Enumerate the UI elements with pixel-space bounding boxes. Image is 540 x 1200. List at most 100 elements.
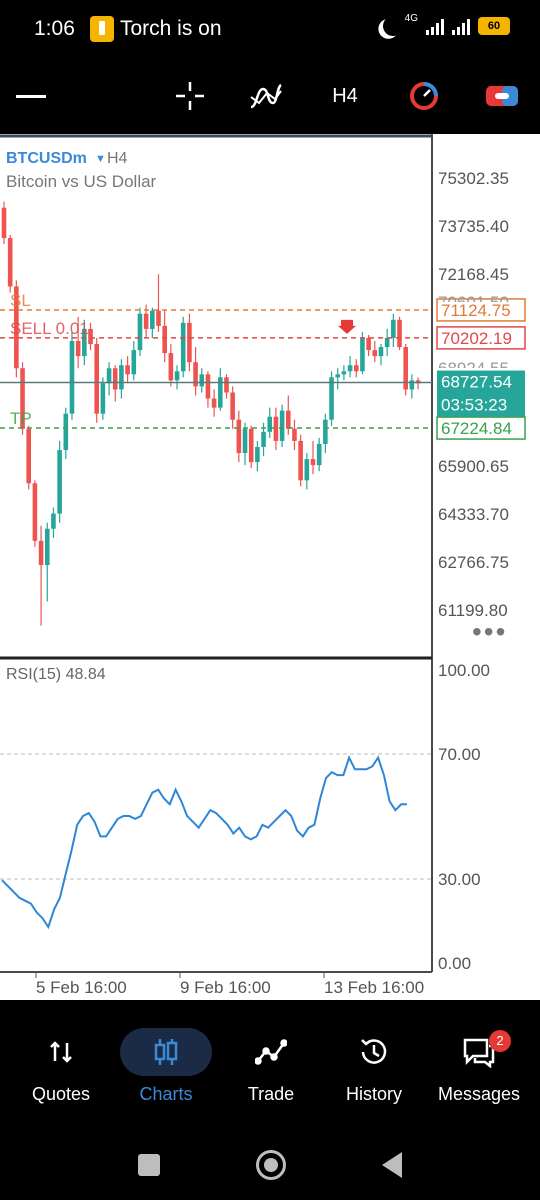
nav-charts[interactable]: Charts bbox=[114, 1026, 218, 1105]
status-bar: 1:06 Torch is on 4G 60 bbox=[0, 0, 540, 58]
candle-body bbox=[119, 365, 124, 390]
candle-body bbox=[341, 371, 347, 375]
candle-body bbox=[94, 344, 99, 414]
candle-body bbox=[100, 383, 106, 414]
symbol-dropdown-icon[interactable]: ▼ bbox=[95, 153, 106, 165]
nav-messages[interactable]: 2 Messages bbox=[427, 1026, 531, 1105]
candle-body bbox=[88, 328, 93, 345]
quotes-icon bbox=[9, 1026, 113, 1078]
candle-body bbox=[75, 340, 81, 357]
chart-toolbar: H4 bbox=[0, 58, 540, 134]
candle-body bbox=[112, 368, 118, 390]
history-icon bbox=[322, 1026, 426, 1078]
system-navigation bbox=[0, 1130, 540, 1200]
candle-body bbox=[353, 365, 359, 372]
symbol-name[interactable]: BTCUSDm bbox=[6, 150, 87, 168]
candle-body bbox=[168, 353, 174, 381]
candle-body bbox=[51, 513, 56, 529]
indicators-icon[interactable] bbox=[246, 76, 286, 116]
toggle-icon[interactable] bbox=[482, 76, 522, 116]
candle-body bbox=[391, 319, 396, 338]
bar-countdown: 03:53:23 bbox=[441, 396, 507, 415]
candle-body bbox=[335, 374, 341, 378]
rsi-tick: 0.00 bbox=[438, 954, 471, 973]
candle-body bbox=[323, 419, 328, 444]
nav-label: Charts bbox=[139, 1084, 193, 1104]
candle-body bbox=[131, 350, 137, 375]
messages-icon bbox=[427, 1026, 531, 1078]
current-price: 68727.54 bbox=[441, 373, 512, 392]
rsi-tick: 70.00 bbox=[438, 745, 481, 764]
rsi-tick: 100.00 bbox=[438, 661, 490, 680]
candle-body bbox=[187, 322, 192, 363]
chart-area[interactable]: SL 71124.75 SELL 0.01 70202.19 TP 67224.84 687… bbox=[0, 134, 540, 1000]
candle-body bbox=[372, 350, 378, 357]
torch-icon bbox=[90, 16, 114, 42]
candle-body bbox=[409, 380, 415, 390]
candle-body bbox=[230, 392, 235, 420]
nav-quotes[interactable]: Quotes bbox=[9, 1026, 113, 1105]
home-button[interactable] bbox=[256, 1150, 286, 1180]
chart-timeframe: H4 bbox=[107, 150, 128, 167]
candle-body bbox=[316, 443, 322, 466]
nav-history[interactable]: History bbox=[322, 1026, 426, 1105]
candles-group bbox=[1, 201, 421, 626]
moon-icon bbox=[381, 14, 404, 37]
price-tick: 65900.65 bbox=[438, 457, 509, 476]
candle-body bbox=[63, 413, 69, 451]
signal-icon bbox=[426, 17, 444, 35]
status-indicators: 4G 60 bbox=[377, 13, 510, 37]
price-tick: 72168.45 bbox=[438, 265, 509, 284]
candle-body bbox=[255, 446, 260, 463]
candle-body bbox=[310, 459, 316, 466]
candle-body bbox=[397, 319, 402, 348]
candle-body bbox=[279, 410, 285, 441]
bottom-navigation: Quotes Charts Trade History 2 Messages bbox=[0, 1000, 540, 1130]
candle-body bbox=[180, 322, 186, 372]
trade-icon bbox=[219, 1026, 323, 1078]
candle-body bbox=[304, 459, 310, 481]
candle-body bbox=[366, 337, 371, 351]
candle-body bbox=[69, 340, 75, 414]
price-tick: 73735.40 bbox=[438, 217, 509, 236]
candle-body bbox=[7, 238, 13, 287]
candle-body bbox=[298, 440, 303, 481]
nav-label: Trade bbox=[247, 1084, 295, 1104]
more-icon[interactable]: ••• bbox=[472, 616, 507, 648]
candle-body bbox=[384, 337, 390, 348]
nav-label: History bbox=[345, 1084, 402, 1104]
nav-trade[interactable]: Trade bbox=[219, 1026, 323, 1105]
candle-body bbox=[248, 428, 254, 463]
price-chart[interactable]: SL 71124.75 SELL 0.01 70202.19 TP 67224.84 687… bbox=[0, 134, 540, 1000]
candle-body bbox=[150, 310, 155, 329]
nav-label: Quotes bbox=[31, 1084, 91, 1104]
candle-body bbox=[32, 483, 38, 541]
candle-body bbox=[1, 207, 7, 239]
symbol-description: Bitcoin vs US Dollar bbox=[6, 172, 157, 191]
take-profit-label: TP bbox=[10, 409, 32, 428]
candle-body bbox=[162, 325, 167, 354]
stop-loss-price: 71124.75 bbox=[441, 301, 511, 320]
sell-order-label: SELL 0.01 bbox=[10, 319, 89, 338]
recents-button[interactable] bbox=[138, 1154, 160, 1176]
candle-body bbox=[347, 365, 353, 372]
timeframe-button[interactable]: H4 bbox=[326, 76, 364, 116]
one-click-trading-icon[interactable] bbox=[404, 76, 444, 116]
candle-body bbox=[267, 416, 273, 432]
battery-icon: 60 bbox=[478, 17, 510, 35]
time-tick: 9 Feb 16:00 bbox=[180, 978, 271, 997]
nav-label: Messages bbox=[437, 1084, 521, 1104]
hamburger-icon[interactable] bbox=[16, 76, 46, 116]
rsi-tick: 30.00 bbox=[438, 870, 481, 889]
candle-body bbox=[285, 410, 291, 429]
time-tick: 5 Feb 16:00 bbox=[36, 978, 127, 997]
candle-body bbox=[137, 313, 143, 351]
candle-body bbox=[26, 428, 32, 484]
candle-body bbox=[38, 540, 44, 566]
candle-body bbox=[360, 337, 365, 372]
take-profit-price: 67224.84 bbox=[441, 419, 512, 438]
candle-body bbox=[44, 528, 50, 566]
back-button[interactable] bbox=[382, 1152, 402, 1178]
price-tick: 62766.75 bbox=[438, 553, 509, 572]
crosshair-icon[interactable] bbox=[170, 76, 210, 116]
